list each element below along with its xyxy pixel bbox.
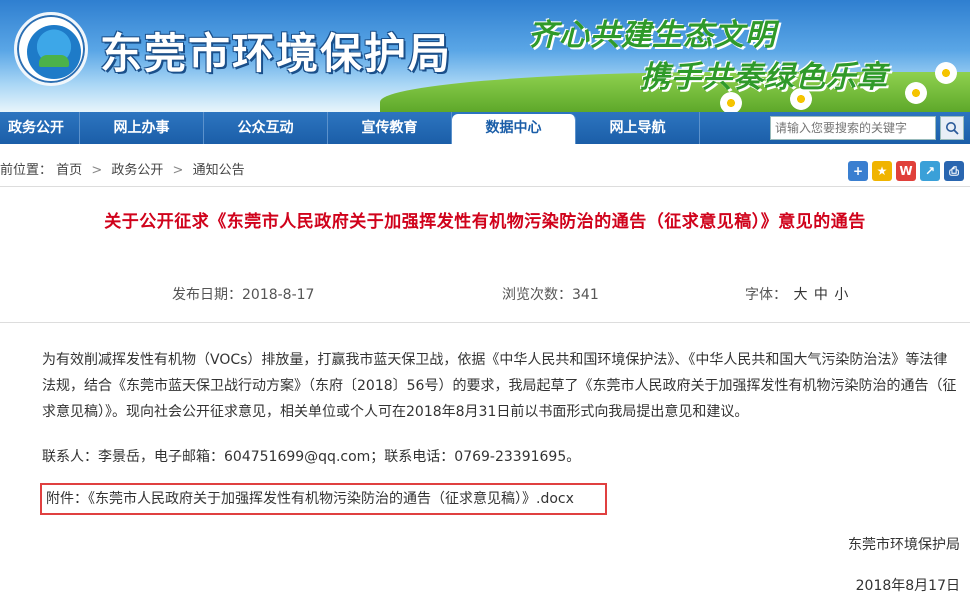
issue-date: 2018年8月17日 — [855, 578, 960, 594]
print-icon[interactable]: ⎙ — [944, 161, 964, 181]
breadcrumb-separator: > — [91, 163, 103, 178]
slogan-line1: 齐心共建生态文明 — [528, 18, 776, 53]
nav-item-data-center[interactable]: 数据中心 — [452, 114, 576, 144]
attachment-box: 附件：《东莞市人民政府关于加强挥发性有机物污染防治的通告（征求意见稿）》.doc… — [40, 483, 607, 515]
site-banner: 东莞市环境保护局 齐心共建生态文明 携手共奏绿色乐章 — [0, 0, 970, 112]
font-size-medium[interactable]: 中 — [814, 287, 828, 303]
breadcrumb-home[interactable]: 首页 — [56, 163, 82, 178]
weibo-icon[interactable]: W — [896, 161, 916, 181]
view-count: 浏览次数：341 — [502, 287, 599, 303]
font-size-controls: 字体： 大 中 小 — [745, 284, 848, 304]
daisy-decoration — [905, 82, 927, 104]
nav-item-online-services[interactable]: 网上办事 — [80, 112, 204, 144]
search-icon — [946, 122, 959, 135]
breadcrumb-separator: > — [172, 163, 184, 178]
publish-date: 发布日期：2018-8-17 — [172, 287, 315, 303]
breadcrumb-notices[interactable]: 通知公告 — [193, 163, 245, 178]
breadcrumb-prefix: 前位置： — [0, 163, 53, 178]
slogan-line2: 携手共奏绿色乐章 — [640, 60, 888, 95]
attachment-link[interactable]: 《东莞市人民政府关于加强挥发性有机物污染防治的通告（征求意见稿）》.docx — [88, 491, 574, 507]
breadcrumb: 前位置： 首页 > 政务公开 > 通知公告 — [0, 156, 970, 186]
article-title: 关于公开征求《东莞市人民政府关于加强挥发性有机物污染防治的通告（征求意见稿）》意… — [104, 212, 866, 232]
font-size-label: 字体： — [745, 287, 787, 303]
nav-item-publicity[interactable]: 宣传教育 — [328, 112, 452, 144]
nav-item-gov-affairs[interactable]: 政务公开 — [0, 112, 80, 144]
emblem-earth-icon — [27, 25, 81, 79]
search-button[interactable] — [940, 116, 964, 140]
contact-info: 联系人：李景岳，电子邮箱：604751699@qq.com；联系电话：0769-… — [42, 449, 581, 465]
nav-item-public-interaction[interactable]: 公众互动 — [204, 112, 328, 144]
issuer-signature: 东莞市环境保护局 — [848, 537, 960, 553]
font-size-large[interactable]: 大 — [793, 287, 807, 303]
breadcrumb-gov-affairs[interactable]: 政务公开 — [111, 163, 163, 178]
nav-item-site-navigation[interactable]: 网上导航 — [576, 112, 700, 144]
share-toolbar: + ★ W ↗ ⎙ — [848, 161, 964, 181]
article-body: 为有效削减挥发性有机物（VOCs）排放量，打赢我市蓝天保卫战，依据《中华人民共和… — [42, 352, 957, 420]
divider — [0, 186, 970, 187]
favorite-icon[interactable]: ★ — [872, 161, 892, 181]
daisy-decoration — [935, 62, 957, 84]
bureau-emblem-logo[interactable] — [14, 12, 88, 86]
attachment-label: 附件： — [46, 491, 88, 507]
share-icon[interactable]: ↗ — [920, 161, 940, 181]
search-input[interactable] — [770, 116, 936, 140]
divider — [0, 322, 970, 323]
site-title[interactable]: 东莞市环境保护局 — [100, 20, 452, 81]
font-size-small[interactable]: 小 — [834, 287, 848, 303]
main-nav: 政务公开 网上办事 公众互动 宣传教育 数据中心 网上导航 — [0, 112, 970, 144]
add-icon[interactable]: + — [848, 161, 868, 181]
